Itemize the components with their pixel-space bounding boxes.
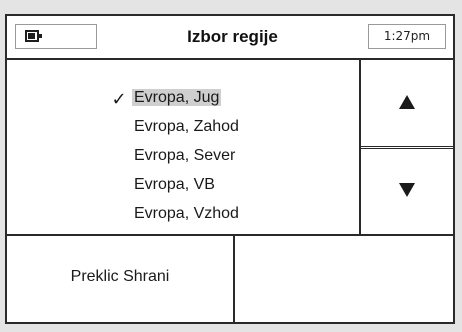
list-item-europe-uk[interactable]: Evropa, VB (134, 173, 215, 197)
list-item-label: Evropa, Sever (134, 147, 236, 164)
softkey-label: Preklic Shrani (70, 268, 170, 285)
arrow-down-icon (399, 183, 415, 197)
clock-box: 1:27pm (368, 24, 446, 49)
list-item-europe-south[interactable]: ✓ Evropa, Jug (111, 86, 222, 110)
list-item-label: Evropa, Jug (132, 89, 222, 106)
battery-icon (25, 30, 42, 42)
scroll-down-button[interactable] (361, 148, 453, 235)
list-item-label: Evropa, Zahod (134, 118, 239, 135)
checkmark-icon: ✓ (111, 89, 127, 109)
arrow-up-icon (399, 95, 415, 109)
battery-indicator (15, 24, 97, 49)
empty-softkey[interactable] (235, 236, 453, 322)
softkey-bar: Preklic Shrani (7, 234, 453, 322)
list-item-europe-north[interactable]: Evropa, Sever (134, 144, 235, 168)
region-list: ✓ Evropa, Jug Evropa, Zahod Evropa, Seve… (7, 60, 361, 234)
title-bar: Izbor regije 1:27pm (7, 16, 453, 60)
device-screen: Izbor regije 1:27pm ✓ Evropa, Jug Evropa… (5, 14, 455, 324)
clock-time: 1:27pm (383, 29, 431, 43)
scroll-up-button[interactable] (361, 60, 453, 147)
cancel-save-softkey[interactable]: Preklic Shrani (7, 236, 235, 322)
list-item-europe-east[interactable]: Evropa, Vzhod (134, 202, 239, 226)
list-item-label: Evropa, Vzhod (134, 205, 239, 222)
list-item-europe-west[interactable]: Evropa, Zahod (134, 115, 239, 139)
list-item-label: Evropa, VB (134, 176, 215, 193)
page-title: Izbor regije (187, 27, 278, 46)
scroll-controls (361, 60, 453, 234)
